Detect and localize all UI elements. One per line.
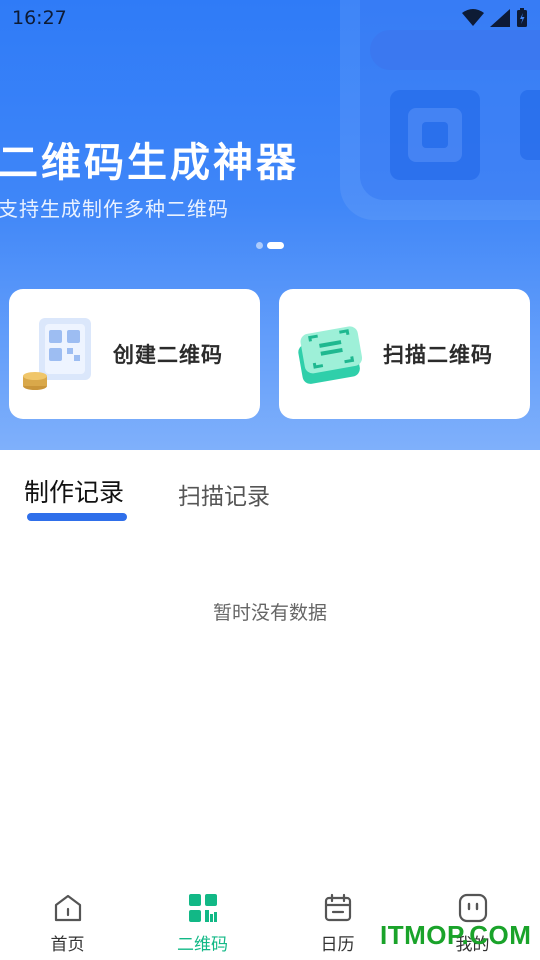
signal-icon — [490, 9, 510, 27]
wifi-icon — [462, 9, 484, 26]
carousel-dot-active[interactable] — [267, 242, 284, 249]
home-icon — [54, 894, 81, 922]
carousel-dot[interactable] — [256, 242, 263, 249]
create-qr-card[interactable]: 创建二维码 — [9, 289, 260, 419]
scan-qr-card[interactable]: 扫描二维码 — [279, 289, 530, 419]
status-bar: 16:27 — [0, 0, 540, 36]
qr-decoration-graphic — [340, 0, 540, 220]
status-time: 16:27 — [12, 7, 67, 29]
site-watermark: ITMOP.COM — [380, 920, 532, 950]
hero-title: 二维码生成神器 — [0, 140, 299, 186]
hero-subtitle: 支持生成制作多种二维码 — [0, 197, 229, 221]
nav-calendar-label: 日历 — [320, 935, 355, 955]
tab-scan-records[interactable]: 扫描记录 — [178, 477, 270, 511]
status-icons — [462, 8, 528, 28]
record-tabs: 制作记录 扫描记录 — [0, 450, 540, 530]
scan-qr-icon — [298, 326, 363, 384]
qr-code-icon — [188, 894, 217, 922]
nav-qr[interactable]: 二维码 — [135, 880, 270, 960]
carousel-indicator — [256, 242, 284, 249]
battery-icon — [517, 8, 527, 27]
nav-home[interactable]: 首页 — [0, 880, 135, 960]
nav-qr-label: 二维码 — [177, 935, 228, 955]
tab-make-records[interactable]: 制作记录 — [24, 473, 124, 509]
empty-state-text: 暂时没有数据 — [212, 602, 327, 624]
nav-home-label: 首页 — [50, 935, 85, 955]
calendar-icon — [324, 893, 351, 922]
tab-active-indicator — [27, 513, 127, 521]
scan-qr-label: 扫描二维码 — [383, 343, 493, 367]
create-qr-label: 创建二维码 — [113, 343, 223, 367]
create-qr-icon — [23, 318, 91, 390]
